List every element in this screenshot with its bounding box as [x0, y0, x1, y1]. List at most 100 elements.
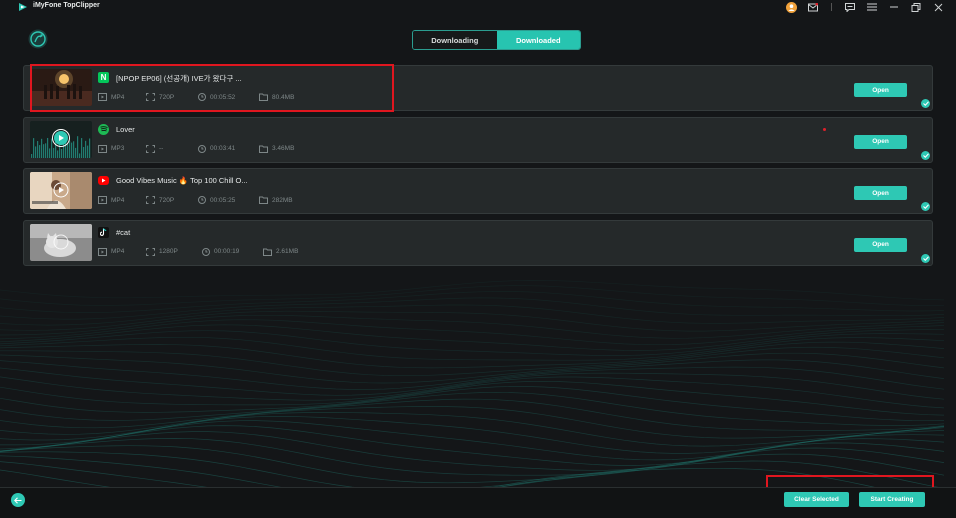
audio-thumbnail[interactable] [30, 120, 92, 158]
restore-icon[interactable] [910, 1, 922, 13]
folder-icon [259, 145, 268, 153]
item-duration: 00:00:19 [214, 248, 240, 255]
mail-icon[interactable] [807, 1, 819, 13]
item-resolution: -- [159, 145, 164, 152]
clear-selected-button[interactable]: Clear Selected [784, 492, 849, 507]
item-title: #cat [116, 227, 131, 237]
equalizer-bar [73, 140, 75, 158]
size-meta: 2.61MB [263, 248, 298, 256]
bottom-bar: Clear Selected Start Creating [0, 487, 956, 518]
wave-line [0, 341, 945, 369]
equalizer-bar [41, 138, 43, 158]
equalizer-bar [37, 140, 39, 158]
list-item[interactable]: #cat MP4 1280P 00:00:19 2.61MB Open [23, 219, 933, 266]
equalizer-bar [53, 147, 55, 158]
wave-line [0, 291, 945, 313]
equalizer-bar [79, 152, 81, 158]
equalizer-bar [81, 137, 83, 158]
brand-logo-icon [28, 29, 48, 49]
item-duration: 00:05:25 [210, 196, 236, 204]
resolution-icon [146, 144, 155, 153]
list-item[interactable]: Lover MP3 -- 00:03:41 3.46MB Open [23, 116, 933, 163]
feedback-icon[interactable] [844, 1, 856, 13]
item-format: MP4 [111, 248, 125, 255]
duration-meta: 00:05:25 [198, 196, 235, 204]
video-format-icon [98, 196, 107, 204]
open-button[interactable]: Open [854, 186, 907, 200]
tiktok-icon [98, 226, 109, 238]
folder-icon [259, 196, 268, 204]
open-button[interactable]: Open [854, 237, 907, 252]
resolution-meta: 1280P [146, 247, 178, 256]
equalizer-bar [75, 147, 77, 158]
wave-line [0, 431, 945, 471]
equalizer-bar [39, 144, 41, 158]
notification-dot [823, 127, 826, 131]
video-thumbnail[interactable] [30, 172, 92, 209]
equalizer-bar [85, 140, 87, 158]
wave-line [0, 376, 945, 409]
resolution-meta: 720P [146, 196, 174, 204]
check-icon[interactable] [921, 202, 930, 211]
equalizer-bar [89, 137, 91, 158]
title-separator [831, 3, 832, 11]
audio-format-icon [98, 144, 107, 153]
open-button[interactable]: Open [854, 83, 907, 97]
window-controls [785, 1, 944, 13]
spotify-icon [98, 123, 109, 135]
wave-line [0, 359, 945, 390]
back-arrow-icon[interactable] [11, 493, 25, 507]
check-icon[interactable] [921, 150, 930, 160]
list-item[interactable]: Good Vibes Music 🔥 Top 100 Chill O... MP… [23, 168, 933, 214]
wave-line [0, 391, 945, 429]
minimize-icon[interactable] [888, 1, 900, 13]
wave-line [0, 438, 945, 476]
duration-meta: 00:03:41 [198, 144, 235, 153]
equalizer-bar [57, 149, 59, 158]
clock-icon [198, 144, 206, 153]
format-meta: MP4 [98, 247, 125, 256]
resolution-icon [146, 247, 155, 256]
equalizer-bar [31, 153, 33, 158]
item-size: 2.61MB [276, 248, 299, 255]
user-avatar-icon[interactable] [785, 1, 797, 13]
item-format: MP3 [111, 145, 125, 152]
app-title: iMyFone TopClipper [33, 2, 100, 9]
download-tabs: Downloading Downloaded [412, 30, 581, 50]
size-meta: 3.46MB [259, 145, 294, 153]
format-meta: MP4 [98, 196, 124, 204]
open-button[interactable]: Open [854, 134, 907, 149]
equalizer-bar [69, 140, 71, 158]
equalizer-bar [87, 145, 89, 158]
check-icon[interactable] [921, 99, 930, 108]
menu-icon[interactable] [866, 1, 878, 13]
equalizer-bar [49, 147, 51, 158]
equalizer-bar [71, 142, 73, 158]
app-window: iMyFone TopClipper Downloading Downloade… [0, 0, 956, 518]
wave-line [0, 297, 945, 320]
item-format: MP4 [111, 196, 125, 204]
wave-line [0, 380, 945, 416]
item-title: Good Vibes Music 🔥 Top 100 Chill O... [116, 176, 248, 185]
item-resolution: 720P [159, 196, 175, 204]
tab-downloaded[interactable]: Downloaded [496, 31, 580, 49]
equalizer-bar [45, 142, 47, 158]
check-icon[interactable] [921, 253, 930, 263]
wave-line [0, 314, 945, 339]
equalizer-bar [47, 137, 49, 158]
equalizer-bar [83, 146, 85, 158]
format-meta: MP3 [98, 144, 125, 153]
tab-downloading[interactable]: Downloading [413, 31, 497, 49]
clock-icon [198, 196, 206, 204]
item-size: 282MB [272, 196, 293, 204]
start-creating-button[interactable]: Start Creating [859, 492, 925, 507]
wave-line [0, 336, 945, 361]
clock-icon [202, 247, 210, 256]
wave-line [0, 352, 945, 384]
video-thumbnail[interactable] [30, 223, 92, 261]
size-meta: 282MB [259, 196, 293, 204]
wave-line [0, 319, 945, 346]
close-icon[interactable] [932, 1, 944, 13]
item-size: 3.46MB [272, 145, 295, 152]
item-title: Lover [116, 124, 135, 134]
